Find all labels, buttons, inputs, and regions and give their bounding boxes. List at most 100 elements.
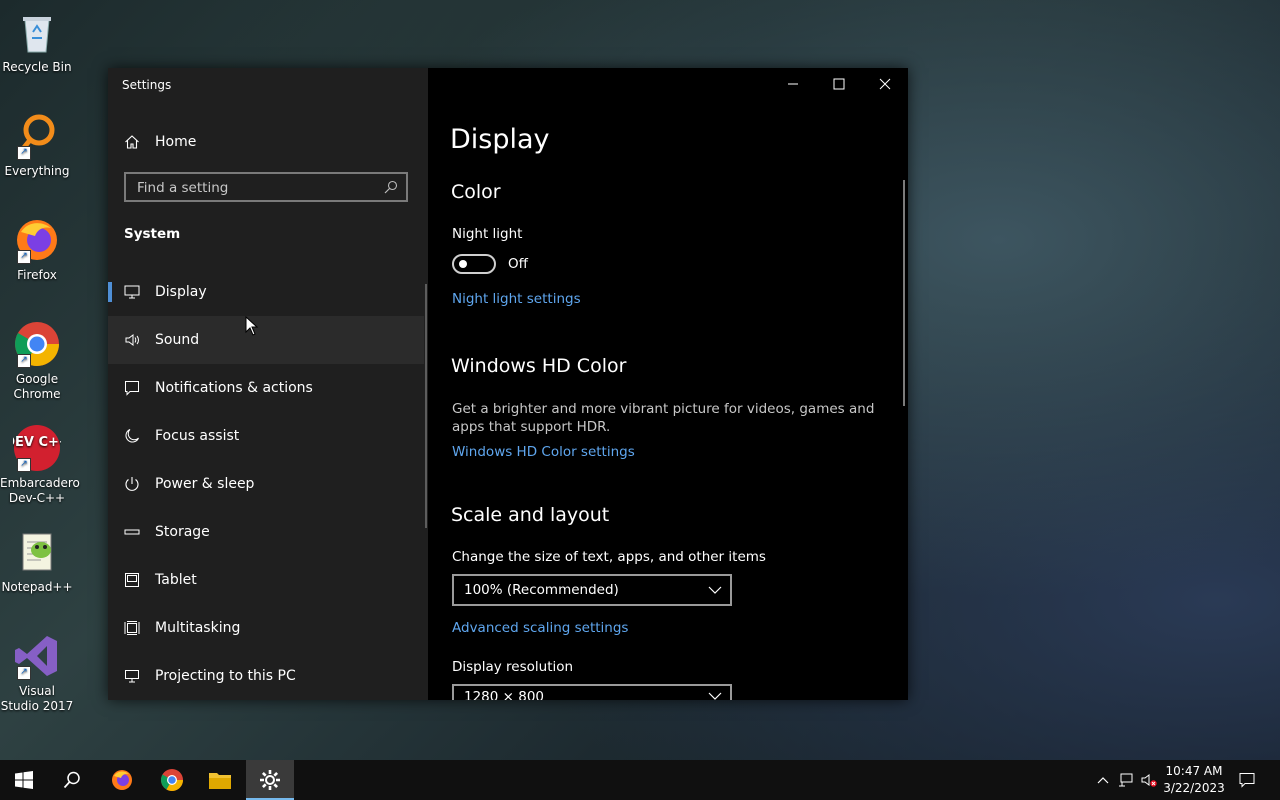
page-title: Display bbox=[450, 124, 550, 155]
shortcut-arrow-icon: ↗ bbox=[17, 458, 31, 472]
advanced-scaling-link[interactable]: Advanced scaling settings bbox=[452, 620, 628, 636]
night-light-state: Off bbox=[508, 256, 528, 272]
taskbar-settings[interactable] bbox=[246, 760, 294, 800]
desktop-icon-google-chrome[interactable]: ↗ Google Chrome bbox=[0, 320, 74, 402]
close-icon bbox=[879, 78, 891, 90]
resolution-select-value: 1280 × 800 bbox=[464, 689, 545, 700]
devcpp-logo-text: DEV C++ bbox=[13, 435, 61, 450]
sidebar-item-storage[interactable]: Storage bbox=[108, 508, 424, 556]
hdr-settings-link[interactable]: Windows HD Color settings bbox=[452, 444, 635, 460]
color-heading: Color bbox=[451, 181, 501, 203]
start-button[interactable] bbox=[0, 760, 48, 800]
network-icon[interactable] bbox=[1118, 772, 1134, 788]
power-icon bbox=[125, 477, 139, 491]
multitasking-icon bbox=[124, 621, 140, 635]
close-button[interactable] bbox=[862, 68, 908, 100]
scale-select-value: 100% (Recommended) bbox=[464, 582, 619, 598]
night-light-label: Night light bbox=[452, 226, 523, 242]
action-center-icon[interactable] bbox=[1239, 772, 1255, 788]
desktop-icon-firefox[interactable]: ↗ Firefox bbox=[0, 216, 74, 283]
content-scrollbar[interactable] bbox=[903, 180, 905, 406]
sidebar-item-label: Notifications & actions bbox=[155, 380, 313, 396]
search-icon bbox=[63, 771, 80, 789]
sidebar-item-label: Display bbox=[155, 284, 207, 300]
sidebar-item-projecting[interactable]: Projecting to this PC bbox=[108, 652, 424, 700]
firefox-icon: ↗ bbox=[13, 216, 61, 264]
sidebar-item-multitasking[interactable]: Multitasking bbox=[108, 604, 424, 652]
chevron-down-icon bbox=[708, 692, 722, 700]
chevron-up-icon[interactable] bbox=[1095, 772, 1111, 788]
message-icon bbox=[125, 381, 139, 396]
nav-home[interactable]: Home bbox=[124, 132, 196, 152]
hdr-description: Get a brighter and more vibrant picture … bbox=[452, 401, 875, 435]
taskbar-chrome[interactable] bbox=[148, 760, 196, 800]
chevron-down-icon bbox=[708, 586, 722, 594]
sidebar-item-focus-assist[interactable]: Focus assist bbox=[108, 412, 424, 460]
search-icon[interactable] bbox=[384, 180, 398, 194]
desktop-icon-recycle-bin[interactable]: Recycle Bin bbox=[0, 8, 74, 75]
taskbar-search-button[interactable] bbox=[48, 760, 96, 800]
clock-date: 3/22/2023 bbox=[1163, 781, 1225, 795]
taskbar-file-explorer[interactable] bbox=[196, 760, 244, 800]
maximize-button[interactable] bbox=[816, 68, 862, 100]
shortcut-arrow-icon: ↗ bbox=[17, 354, 31, 368]
storage-icon bbox=[124, 529, 140, 535]
resolution-label: Display resolution bbox=[452, 659, 574, 675]
nav-list: Display Sound Notifications & actions Fo… bbox=[108, 268, 424, 700]
mouse-cursor-icon bbox=[245, 316, 259, 336]
nav-home-label: Home bbox=[155, 134, 197, 150]
firefox-icon bbox=[112, 770, 132, 790]
tablet-icon bbox=[125, 573, 139, 587]
display-settings-pane: Display Color Night light Off Night ligh… bbox=[428, 68, 908, 700]
shortcut-arrow-icon: ↗ bbox=[17, 146, 31, 160]
sidebar-item-label: Sound bbox=[155, 332, 200, 348]
scale-select[interactable]: 100% (Recommended) bbox=[452, 574, 732, 606]
speaker-muted-icon[interactable] bbox=[1141, 772, 1157, 788]
minimize-icon bbox=[788, 83, 798, 85]
settings-window: Settings Home System Display Sound Notif… bbox=[108, 68, 908, 700]
desktop-icon-devcpp[interactable]: DEV C++ ↗ Embarcadero Dev-C++ bbox=[0, 424, 80, 506]
sidebar-item-power-sleep[interactable]: Power & sleep bbox=[108, 460, 424, 508]
resolution-select[interactable]: 1280 × 800 bbox=[452, 684, 732, 700]
desktop-icon-notepadpp[interactable]: Notepad++ bbox=[0, 528, 74, 595]
toggle-knob bbox=[459, 260, 467, 268]
sidebar-item-label: Focus assist bbox=[155, 428, 240, 444]
minimize-button[interactable] bbox=[770, 68, 816, 100]
sidebar-item-label: Power & sleep bbox=[155, 476, 255, 492]
settings-nav-pane: Settings Home System Display Sound Notif… bbox=[108, 68, 428, 700]
sidebar-item-display[interactable]: Display bbox=[108, 268, 424, 316]
notepadpp-icon bbox=[13, 528, 61, 576]
home-icon bbox=[125, 135, 139, 149]
speaker-icon bbox=[125, 334, 139, 346]
sidebar-item-tablet[interactable]: Tablet bbox=[108, 556, 424, 604]
sidebar-item-label: Projecting to this PC bbox=[155, 668, 296, 684]
gear-icon bbox=[260, 770, 280, 790]
chrome-icon bbox=[161, 769, 183, 791]
clock-time: 10:47 AM bbox=[1165, 764, 1223, 778]
scale-size-label: Change the size of text, apps, and other… bbox=[452, 549, 766, 565]
nav-group-label: System bbox=[124, 226, 181, 242]
night-light-settings-link[interactable]: Night light settings bbox=[452, 291, 581, 307]
taskbar-clock[interactable]: 10:47 AM 3/22/2023 bbox=[1158, 763, 1230, 797]
scale-heading: Scale and layout bbox=[451, 504, 610, 526]
moon-icon bbox=[125, 429, 139, 443]
visual-studio-icon: ↗ bbox=[13, 632, 61, 680]
sidebar-item-label: Storage bbox=[155, 524, 210, 540]
sidebar-item-label: Tablet bbox=[155, 572, 197, 588]
window-title: Settings bbox=[122, 78, 172, 92]
folder-icon bbox=[209, 773, 231, 789]
nav-scrollbar[interactable] bbox=[425, 284, 427, 528]
desktop-icon-everything[interactable]: ↗ Everything bbox=[0, 112, 74, 179]
sidebar-item-sound[interactable]: Sound bbox=[108, 316, 424, 364]
recycle-bin-icon bbox=[13, 8, 61, 56]
desktop-icon-visual-studio[interactable]: ↗ Visual Studio 2017 bbox=[0, 632, 74, 714]
shortcut-arrow-icon: ↗ bbox=[17, 250, 31, 264]
search-box[interactable] bbox=[124, 172, 408, 202]
night-light-toggle[interactable] bbox=[452, 254, 496, 274]
window-caption-buttons bbox=[770, 68, 908, 100]
sidebar-item-notifications[interactable]: Notifications & actions bbox=[108, 364, 424, 412]
everything-icon: ↗ bbox=[13, 112, 61, 160]
search-input[interactable] bbox=[135, 179, 379, 197]
hdr-heading: Windows HD Color bbox=[451, 355, 627, 377]
taskbar-firefox[interactable] bbox=[98, 760, 146, 800]
